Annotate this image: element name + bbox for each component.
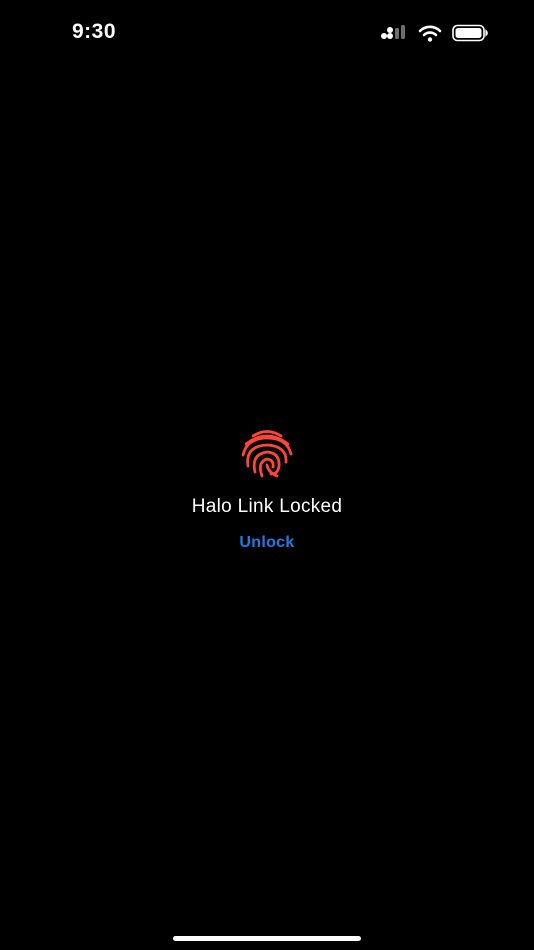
wifi-icon [418,25,442,42]
status-icons [380,22,490,44]
status-bar: 9:30 [0,0,534,64]
lock-title: Halo Link Locked [191,496,343,517]
status-time: 9:30 [72,20,117,43]
battery-icon [452,24,490,42]
fingerprint-icon [239,428,295,480]
home-indicator[interactable] [173,936,361,941]
cellular-signal-icon [380,25,408,41]
unlock-button[interactable]: Unlock [231,532,302,554]
lock-screen: Halo Link Locked Unlock [0,428,534,554]
